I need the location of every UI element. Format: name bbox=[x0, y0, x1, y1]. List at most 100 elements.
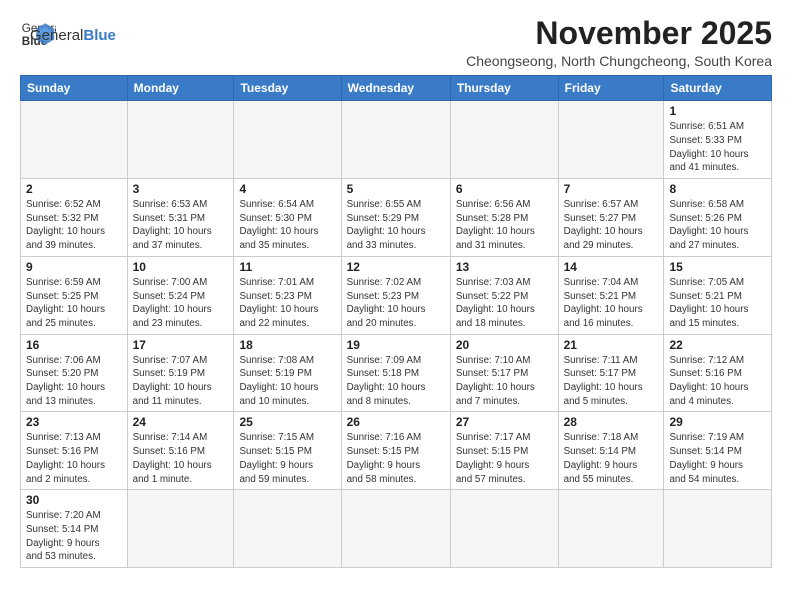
day-number: 10 bbox=[133, 260, 229, 274]
calendar-day-cell: 19 Sunrise: 7:09 AM Sunset: 5:18 PM Dayli… bbox=[341, 334, 450, 412]
calendar-day-cell bbox=[450, 490, 558, 568]
day-info: Sunrise: 7:03 AM Sunset: 5:22 PM Dayligh… bbox=[456, 276, 553, 331]
day-info: Sunrise: 7:13 AM Sunset: 5:16 PM Dayligh… bbox=[26, 431, 122, 486]
day-info: Sunrise: 7:12 AM Sunset: 5:16 PM Dayligh… bbox=[669, 354, 766, 409]
calendar-week-row: 16 Sunrise: 7:06 AM Sunset: 5:20 PM Dayli… bbox=[21, 334, 772, 412]
calendar-day-cell bbox=[341, 101, 450, 179]
day-number: 7 bbox=[564, 182, 659, 196]
calendar-week-row: 9Sunrise: 6:59 AM Sunset: 5:25 PM Daylig… bbox=[21, 256, 772, 334]
calendar-day-cell: 21Sunrise: 7:11 AM Sunset: 5:17 PM Dayli… bbox=[558, 334, 664, 412]
calendar-day-cell: 7 Sunrise: 6:57 AM Sunset: 5:27 PM Daylig… bbox=[558, 179, 664, 257]
day-number: 4 bbox=[239, 182, 335, 196]
calendar-day-cell: 9Sunrise: 6:59 AM Sunset: 5:25 PM Daylig… bbox=[21, 256, 128, 334]
day-info: Sunrise: 7:11 AM Sunset: 5:17 PM Dayligh… bbox=[564, 354, 659, 409]
day-number: 24 bbox=[133, 415, 229, 429]
day-number: 6 bbox=[456, 182, 553, 196]
day-info: Sunrise: 7:10 AM Sunset: 5:17 PM Dayligh… bbox=[456, 354, 553, 409]
day-info: Sunrise: 7:09 AM Sunset: 5:18 PM Dayligh… bbox=[347, 354, 445, 409]
calendar-day-cell: 22 Sunrise: 7:12 AM Sunset: 5:16 PM Dayli… bbox=[664, 334, 772, 412]
day-info: Sunrise: 6:57 AM Sunset: 5:27 PM Dayligh… bbox=[564, 198, 659, 253]
day-info: Sunrise: 6:55 AM Sunset: 5:29 PM Dayligh… bbox=[347, 198, 445, 253]
calendar-day-cell: 26Sunrise: 7:16 AM Sunset: 5:15 PM Dayli… bbox=[341, 412, 450, 490]
calendar-day-cell bbox=[234, 101, 341, 179]
calendar-header-monday: Monday bbox=[127, 76, 234, 101]
calendar-week-row: 2 Sunrise: 6:52 AM Sunset: 5:32 PM Daylig… bbox=[21, 179, 772, 257]
day-number: 17 bbox=[133, 338, 229, 352]
logo-text: GeneralBlue bbox=[30, 27, 116, 45]
day-info: Sunrise: 6:56 AM Sunset: 5:28 PM Dayligh… bbox=[456, 198, 553, 253]
day-info: Sunrise: 7:19 AM Sunset: 5:14 PM Dayligh… bbox=[669, 431, 766, 486]
day-info: Sunrise: 7:18 AM Sunset: 5:14 PM Dayligh… bbox=[564, 431, 659, 486]
day-info: Sunrise: 7:07 AM Sunset: 5:19 PM Dayligh… bbox=[133, 354, 229, 409]
day-number: 26 bbox=[347, 415, 445, 429]
day-number: 16 bbox=[26, 338, 122, 352]
day-info: Sunrise: 7:01 AM Sunset: 5:23 PM Dayligh… bbox=[239, 276, 335, 331]
month-title: November 2025 bbox=[466, 16, 772, 51]
title-block: November 2025 Cheongseong, North Chungch… bbox=[466, 16, 772, 69]
day-number: 29 bbox=[669, 415, 766, 429]
calendar-header-friday: Friday bbox=[558, 76, 664, 101]
calendar-day-cell: 29 Sunrise: 7:19 AM Sunset: 5:14 PM Dayli… bbox=[664, 412, 772, 490]
calendar-day-cell: 8 Sunrise: 6:58 AM Sunset: 5:26 PM Daylig… bbox=[664, 179, 772, 257]
calendar-header-thursday: Thursday bbox=[450, 76, 558, 101]
calendar-day-cell bbox=[341, 490, 450, 568]
day-info: Sunrise: 6:54 AM Sunset: 5:30 PM Dayligh… bbox=[239, 198, 335, 253]
day-info: Sunrise: 7:05 AM Sunset: 5:21 PM Dayligh… bbox=[669, 276, 766, 331]
calendar-day-cell: 4 Sunrise: 6:54 AM Sunset: 5:30 PM Daylig… bbox=[234, 179, 341, 257]
day-number: 19 bbox=[347, 338, 445, 352]
calendar-header-saturday: Saturday bbox=[664, 76, 772, 101]
day-number: 12 bbox=[347, 260, 445, 274]
calendar-day-cell: 14Sunrise: 7:04 AM Sunset: 5:21 PM Dayli… bbox=[558, 256, 664, 334]
day-info: Sunrise: 7:06 AM Sunset: 5:20 PM Dayligh… bbox=[26, 354, 122, 409]
day-info: Sunrise: 7:20 AM Sunset: 5:14 PM Dayligh… bbox=[26, 509, 122, 564]
page: General Blue GeneralBlue November 2025 C… bbox=[0, 0, 792, 578]
day-number: 27 bbox=[456, 415, 553, 429]
day-number: 23 bbox=[26, 415, 122, 429]
calendar-day-cell: 20 Sunrise: 7:10 AM Sunset: 5:17 PM Dayli… bbox=[450, 334, 558, 412]
day-info: Sunrise: 7:15 AM Sunset: 5:15 PM Dayligh… bbox=[239, 431, 335, 486]
calendar-header-sunday: Sunday bbox=[21, 76, 128, 101]
day-info: Sunrise: 6:53 AM Sunset: 5:31 PM Dayligh… bbox=[133, 198, 229, 253]
day-number: 5 bbox=[347, 182, 445, 196]
calendar-table: SundayMondayTuesdayWednesdayThursdayFrid… bbox=[20, 75, 772, 568]
day-number: 14 bbox=[564, 260, 659, 274]
calendar-header-wednesday: Wednesday bbox=[341, 76, 450, 101]
day-info: Sunrise: 6:51 AM Sunset: 5:33 PM Dayligh… bbox=[669, 120, 766, 175]
calendar-day-cell: 30 Sunrise: 7:20 AM Sunset: 5:14 PM Dayli… bbox=[21, 490, 128, 568]
logo: General Blue GeneralBlue bbox=[20, 16, 116, 52]
calendar-day-cell bbox=[558, 101, 664, 179]
day-number: 30 bbox=[26, 493, 122, 507]
calendar-week-row: 23 Sunrise: 7:13 AM Sunset: 5:16 PM Dayli… bbox=[21, 412, 772, 490]
calendar-day-cell: 1 Sunrise: 6:51 AM Sunset: 5:33 PM Daylig… bbox=[664, 101, 772, 179]
calendar-day-cell bbox=[234, 490, 341, 568]
day-number: 20 bbox=[456, 338, 553, 352]
day-info: Sunrise: 7:00 AM Sunset: 5:24 PM Dayligh… bbox=[133, 276, 229, 331]
day-number: 28 bbox=[564, 415, 659, 429]
day-number: 1 bbox=[669, 104, 766, 118]
day-info: Sunrise: 7:02 AM Sunset: 5:23 PM Dayligh… bbox=[347, 276, 445, 331]
calendar-day-cell: 3 Sunrise: 6:53 AM Sunset: 5:31 PM Daylig… bbox=[127, 179, 234, 257]
calendar-day-cell: 6 Sunrise: 6:56 AM Sunset: 5:28 PM Daylig… bbox=[450, 179, 558, 257]
calendar-day-cell: 11Sunrise: 7:01 AM Sunset: 5:23 PM Dayli… bbox=[234, 256, 341, 334]
day-number: 2 bbox=[26, 182, 122, 196]
day-info: Sunrise: 6:52 AM Sunset: 5:32 PM Dayligh… bbox=[26, 198, 122, 253]
calendar-day-cell: 28 Sunrise: 7:18 AM Sunset: 5:14 PM Dayli… bbox=[558, 412, 664, 490]
day-number: 13 bbox=[456, 260, 553, 274]
day-number: 8 bbox=[669, 182, 766, 196]
calendar-day-cell: 5 Sunrise: 6:55 AM Sunset: 5:29 PM Daylig… bbox=[341, 179, 450, 257]
calendar-day-cell: 18Sunrise: 7:08 AM Sunset: 5:19 PM Dayli… bbox=[234, 334, 341, 412]
calendar-day-cell: 15Sunrise: 7:05 AM Sunset: 5:21 PM Dayli… bbox=[664, 256, 772, 334]
day-number: 22 bbox=[669, 338, 766, 352]
calendar-week-row: 30 Sunrise: 7:20 AM Sunset: 5:14 PM Dayli… bbox=[21, 490, 772, 568]
day-info: Sunrise: 7:08 AM Sunset: 5:19 PM Dayligh… bbox=[239, 354, 335, 409]
calendar-day-cell bbox=[21, 101, 128, 179]
header: General Blue GeneralBlue November 2025 C… bbox=[20, 16, 772, 69]
calendar-day-cell: 10 Sunrise: 7:00 AM Sunset: 5:24 PM Dayli… bbox=[127, 256, 234, 334]
day-number: 3 bbox=[133, 182, 229, 196]
day-info: Sunrise: 6:58 AM Sunset: 5:26 PM Dayligh… bbox=[669, 198, 766, 253]
calendar-header-row: SundayMondayTuesdayWednesdayThursdayFrid… bbox=[21, 76, 772, 101]
calendar-day-cell bbox=[127, 101, 234, 179]
calendar-day-cell bbox=[127, 490, 234, 568]
calendar-day-cell: 17 Sunrise: 7:07 AM Sunset: 5:19 PM Dayli… bbox=[127, 334, 234, 412]
calendar-day-cell: 13 Sunrise: 7:03 AM Sunset: 5:22 PM Dayli… bbox=[450, 256, 558, 334]
